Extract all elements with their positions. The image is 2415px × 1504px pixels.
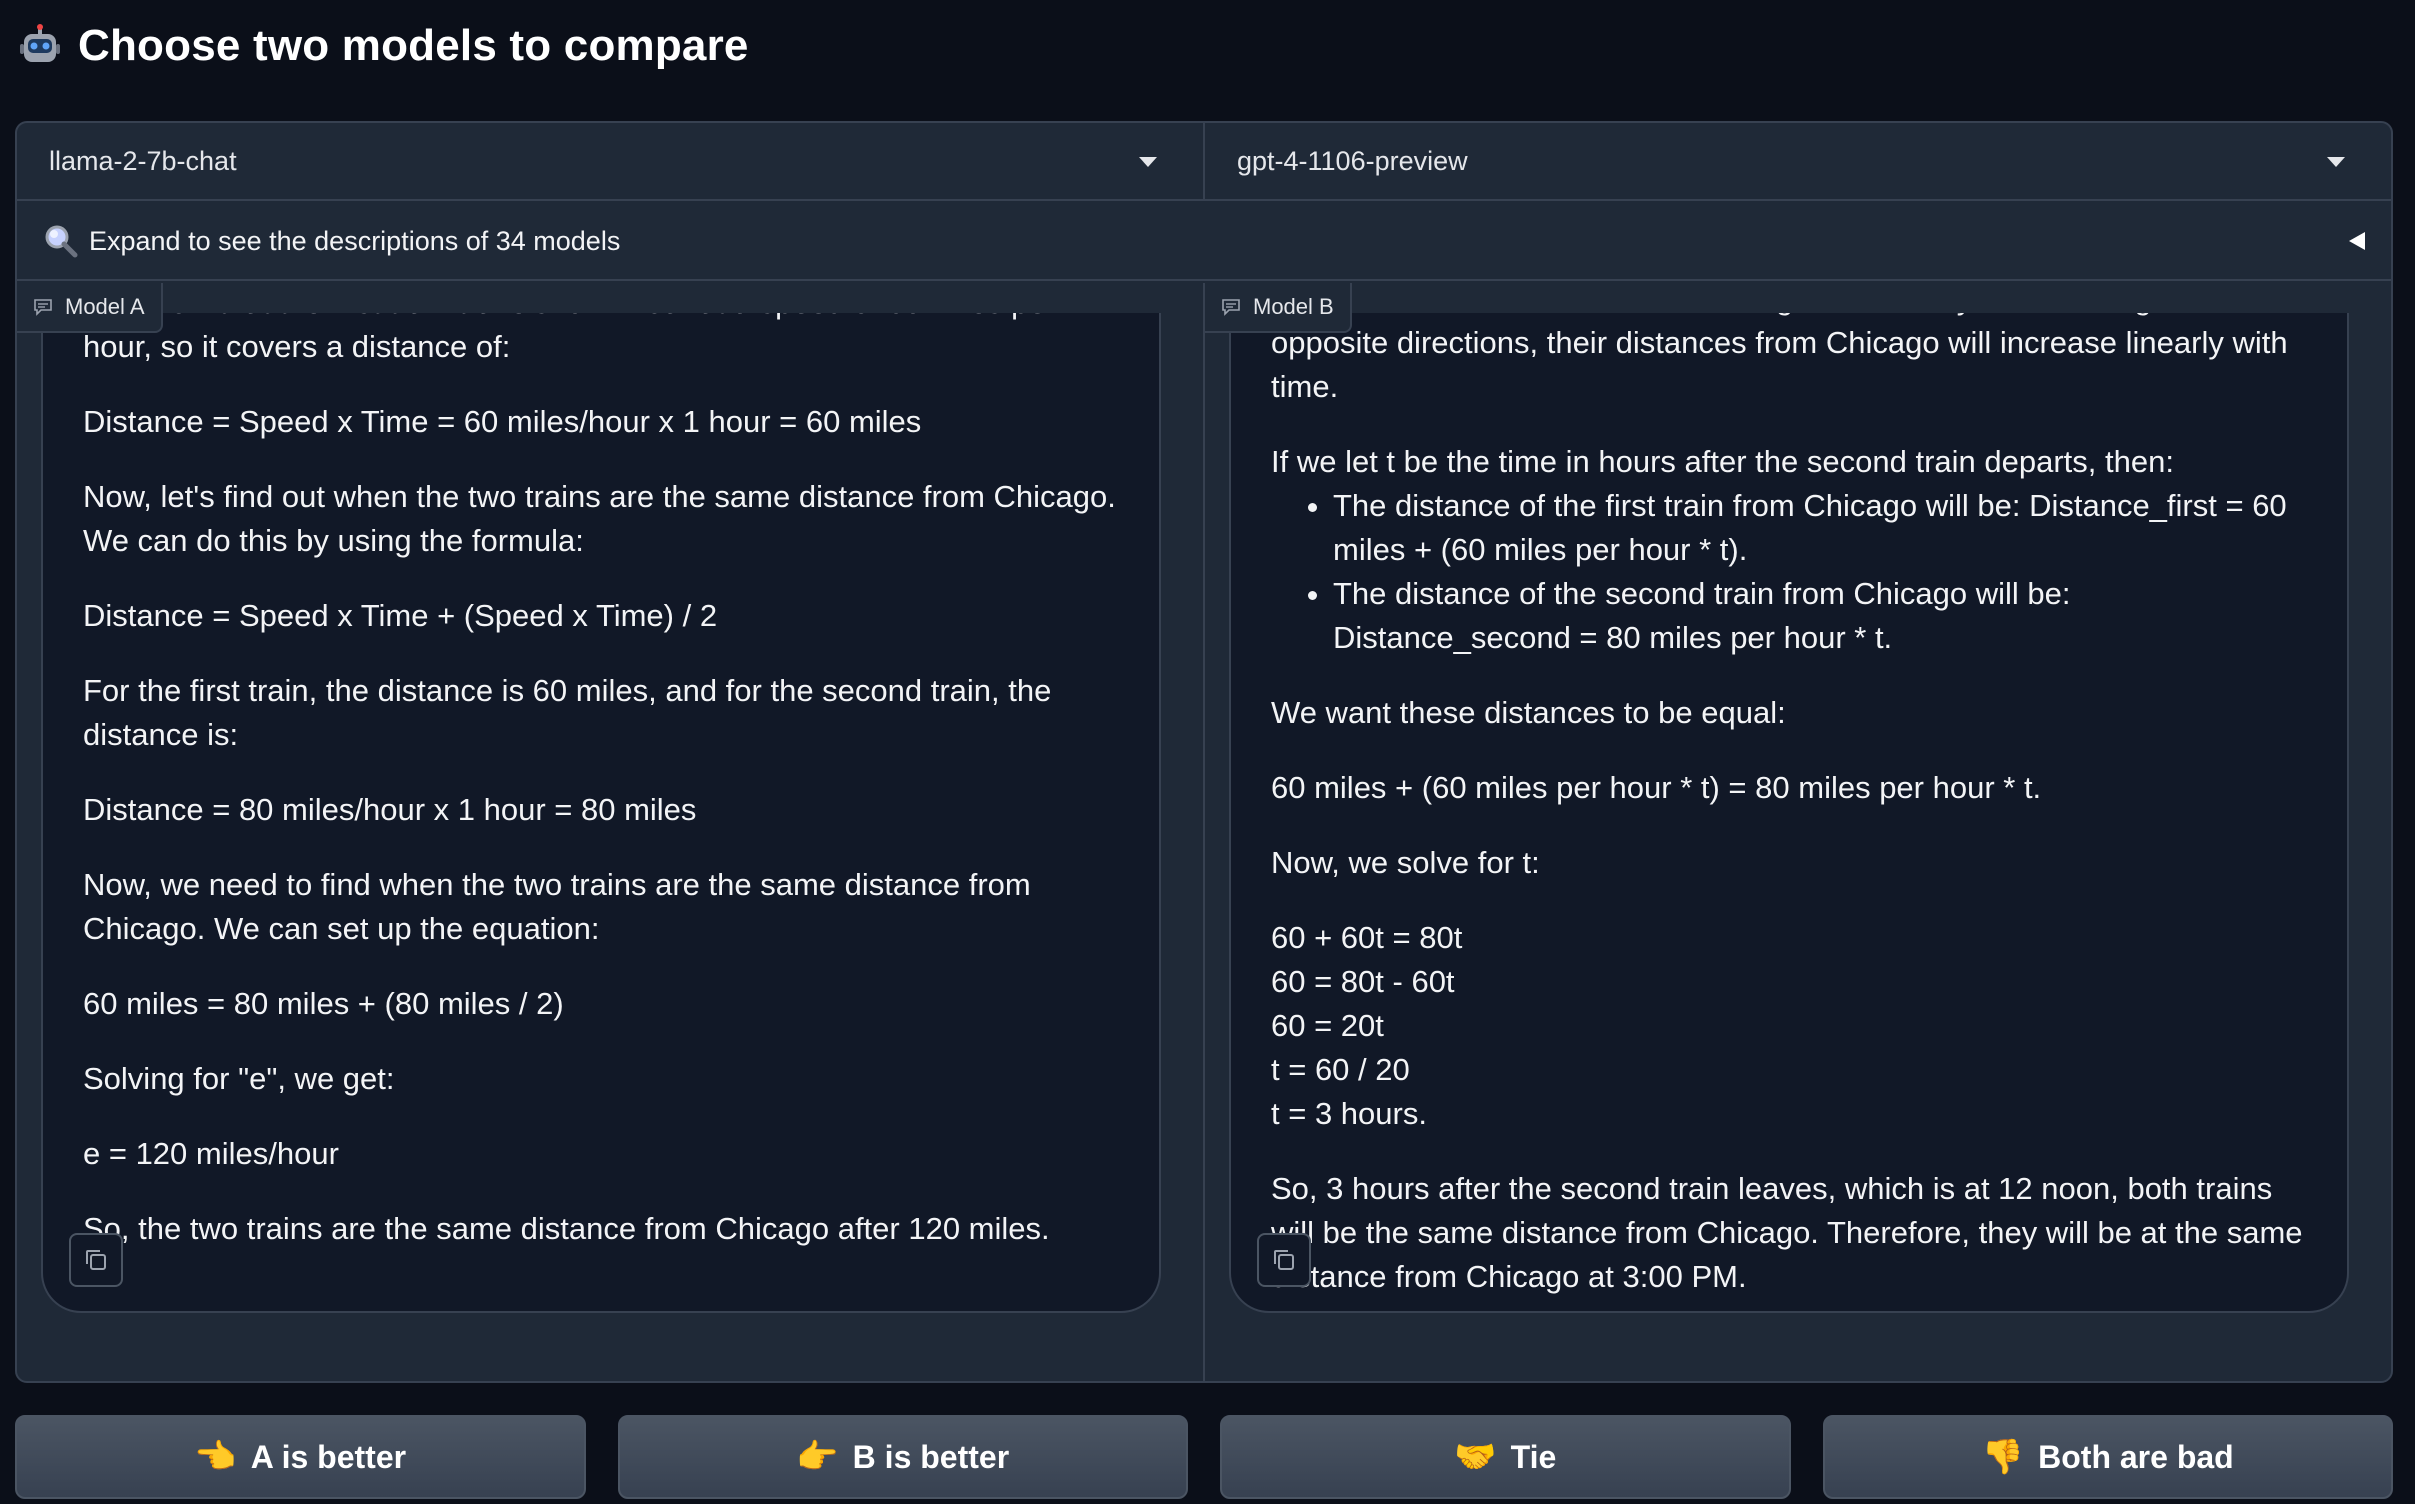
model-b-selected: gpt-4-1106-preview: [1237, 145, 1468, 176]
copy-icon: [86, 1250, 106, 1270]
message-paragraph: 60 miles = 80 miles + (80 miles / 2): [83, 986, 564, 1021]
message-bullet-list: The distance of the first train from Chi…: [1333, 484, 2307, 660]
message-paragraph: Now, we need to find when the two trains…: [83, 867, 1031, 946]
model-a-label: Model A: [17, 283, 163, 333]
model-selectors: llama-2-7b-chat gpt-4-1106-preview: [17, 123, 2391, 201]
list-item: The distance of the second train from Ch…: [1333, 572, 2307, 660]
accordion-label: Expand to see the descriptions of 34 mod…: [89, 225, 621, 256]
model-b-chat: Model B will be the same distance from C…: [1203, 283, 2391, 1381]
b-is-better-button[interactable]: 👉 B is better: [617, 1415, 1188, 1499]
vote-buttons: 👈 A is better 👉 B is better 🤝 Tie 👎 Both…: [15, 1415, 2393, 1499]
model-b-label: Model B: [1205, 283, 1352, 333]
message-paragraph: 60 miles + (60 miles per hour * t) = 80 …: [1271, 770, 2042, 805]
message-paragraph: Solving for "e", we get:: [83, 1061, 395, 1096]
message-paragraph: So, 3 hours after the second train leave…: [1271, 1171, 2303, 1294]
copy-button[interactable]: [69, 1233, 123, 1287]
tie-button[interactable]: 🤝 Tie: [1220, 1415, 1791, 1499]
message-paragraph: Distance = Speed x Time = 60 miles/hour …: [83, 404, 922, 439]
collapse-arrow-icon[interactable]: [2349, 232, 2365, 250]
model-descriptions-accordion[interactable]: Expand to see the descriptions of 34 mod…: [17, 203, 2391, 281]
message-paragraph: So, the two trains are the same distance…: [83, 1211, 1050, 1246]
header: Choose two models to compare: [18, 16, 749, 76]
point-right-icon: 👉: [796, 1438, 839, 1476]
copy-icon: [1274, 1250, 1294, 1270]
chat-area: Model A We know that the first train tra…: [17, 283, 2391, 1381]
message-paragraph: Distance = Speed x Time + (Speed x Time)…: [83, 598, 718, 633]
message-paragraph: will be the same distance from Chicago. …: [1271, 313, 2288, 404]
a-is-better-button[interactable]: 👈 A is better: [15, 1415, 586, 1499]
point-left-icon: 👈: [194, 1438, 237, 1476]
equation-steps: 60 + 60t = 80t 60 = 80t - 60t 60 = 20t t…: [1271, 916, 2307, 1136]
chat-bubble-icon: [34, 299, 52, 316]
model-a-chat: Model A We know that the first train tra…: [17, 283, 1203, 1381]
message-paragraph: We want these distances to be equal:: [1271, 695, 1786, 730]
equation-step: t = 3 hours.: [1271, 1096, 1427, 1131]
equation-step: t = 60 / 20: [1271, 1052, 1410, 1087]
model-a-message: We know that the first train travels for…: [41, 313, 1161, 1313]
message-paragraph: Distance = 80 miles/hour x 1 hour = 80 m…: [83, 792, 697, 827]
model-b-dropdown[interactable]: gpt-4-1106-preview: [1203, 123, 2391, 199]
message-paragraph: For the first train, the distance is 60 …: [83, 673, 1052, 752]
model-b-message: will be the same distance from Chicago. …: [1229, 313, 2349, 1313]
model-b-message-text: will be the same distance from Chicago. …: [1271, 313, 2307, 1311]
message-paragraph: Now, we solve for t:: [1271, 845, 1540, 880]
robot-icon: [20, 24, 60, 62]
message-paragraph: Now, let's find out when the two trains …: [83, 479, 1116, 558]
list-item: The distance of the first train from Chi…: [1333, 484, 2307, 572]
magnifier-icon: [45, 225, 78, 258]
model-a-message-text: We know that the first train travels for…: [83, 313, 1119, 1282]
equation-step: 60 + 60t = 80t: [1271, 920, 1463, 955]
chat-bubble-icon: [1222, 299, 1240, 316]
model-a-dropdown[interactable]: llama-2-7b-chat: [17, 123, 1203, 199]
equation-step: 60 = 80t - 60t: [1271, 964, 1455, 999]
chevron-down-icon[interactable]: [2327, 157, 2345, 167]
message-paragraph: e = 120 miles/hour: [83, 1136, 339, 1171]
model-a-selected: llama-2-7b-chat: [49, 145, 237, 176]
thumbs-down-icon: 👎: [1981, 1438, 2025, 1476]
message-paragraph: If we let t be the time in hours after t…: [1271, 444, 2174, 479]
compare-panel: llama-2-7b-chat gpt-4-1106-preview Expan…: [15, 121, 2393, 1383]
arena-page: Choose two models to compare llama-2-7b-…: [0, 0, 2415, 1504]
both-bad-button[interactable]: 👎 Both are bad: [1822, 1415, 2393, 1499]
copy-button[interactable]: [1257, 1233, 1311, 1287]
chevron-down-icon[interactable]: [1139, 157, 1157, 167]
page-title: Choose two models to compare: [78, 21, 749, 70]
message-paragraph: We know that the first train travels for…: [83, 313, 1056, 364]
equation-step: 60 = 20t: [1271, 1008, 1384, 1043]
handshake-icon: 🤝: [1454, 1438, 1497, 1476]
